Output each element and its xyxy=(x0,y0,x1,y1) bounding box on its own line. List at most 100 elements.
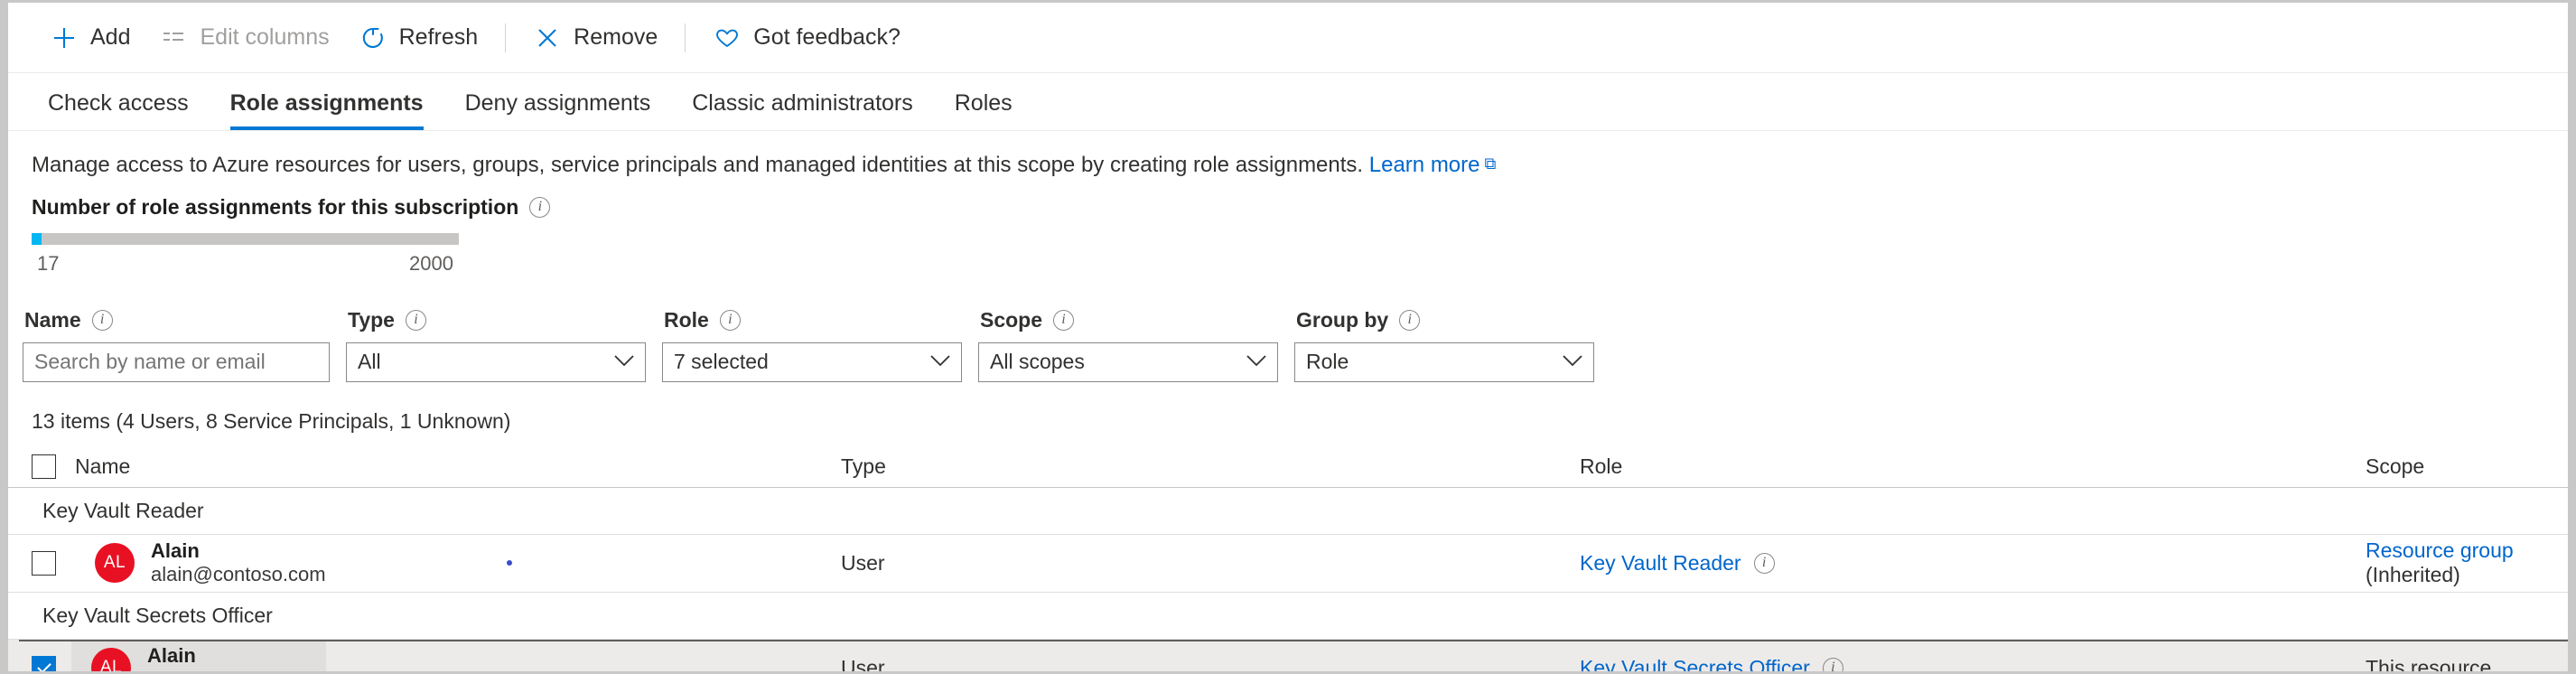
edit-columns-label: Edit columns xyxy=(200,24,330,50)
command-bar: Add Edit columns Refresh Remove Got feed… xyxy=(8,3,2568,73)
table-row[interactable]: AL Alain alain@contoso.com User Key Vaul… xyxy=(8,535,2568,593)
type-dropdown-value: All xyxy=(358,350,381,374)
info-icon[interactable]: i xyxy=(719,309,741,331)
meter-track xyxy=(32,232,459,245)
heart-icon xyxy=(713,23,742,52)
refresh-label: Refresh xyxy=(398,24,479,50)
filter-role-label-row: Role i xyxy=(662,308,962,332)
info-icon[interactable]: i xyxy=(1753,552,1775,574)
filter-group-by-label: Group by xyxy=(1296,307,1389,332)
row-type: User xyxy=(841,550,885,575)
tab-bar: Check access Role assignments Deny assig… xyxy=(8,73,2568,131)
info-icon[interactable]: i xyxy=(1399,309,1421,331)
principal-identity: Alain alain@contoso.com xyxy=(151,539,326,586)
tab-label: Classic administrators xyxy=(692,90,913,116)
add-button[interactable]: Add xyxy=(35,13,145,63)
scope-link[interactable]: Resource group xyxy=(2366,538,2514,562)
scope-dropdown[interactable]: All scopes xyxy=(978,342,1278,382)
principal-email: alain@contoso.com xyxy=(151,563,326,586)
column-header-type[interactable]: Type xyxy=(841,454,1580,479)
tab-label: Role assignments xyxy=(229,90,424,116)
avatar: AL xyxy=(91,648,131,671)
toolbar-divider xyxy=(505,23,507,52)
tab-check-access[interactable]: Check access xyxy=(33,90,203,130)
select-all-checkbox[interactable] xyxy=(32,454,56,479)
row-checkbox[interactable] xyxy=(32,655,56,671)
group-title: Key Vault Reader xyxy=(42,498,204,522)
tab-label: Roles xyxy=(954,90,1013,116)
chevron-down-icon xyxy=(1246,353,1266,370)
row-checkbox[interactable] xyxy=(32,550,56,576)
column-header-scope[interactable]: Scope xyxy=(2366,454,2568,479)
group-header-row[interactable]: Key Vault Secrets Officer xyxy=(8,593,2568,640)
got-feedback-label: Got feedback? xyxy=(753,24,901,50)
meter-current-value: 17 xyxy=(37,251,60,275)
role-dropdown-value: 7 selected xyxy=(674,350,769,374)
group-header-row[interactable]: Key Vault Reader xyxy=(8,488,2568,535)
role-assignment-meter: Number of role assignments for this subs… xyxy=(8,179,2568,276)
principal-identity: Alain alain@contoso.com xyxy=(147,644,322,671)
meter-labels: 17 2000 xyxy=(32,252,459,276)
role-link[interactable]: Key Vault Reader xyxy=(1580,551,1741,576)
role-assignments-page: Add Edit columns Refresh Remove Got feed… xyxy=(8,3,2568,671)
filter-scope: Scope i All scopes xyxy=(978,308,1278,382)
filter-role-label: Role xyxy=(664,307,709,332)
group-by-dropdown[interactable]: Role xyxy=(1294,342,1594,382)
role-dropdown[interactable]: 7 selected xyxy=(662,342,962,382)
tab-roles[interactable]: Roles xyxy=(940,90,1027,130)
role-assignments-table: Name Type Role Scope Key Vault Reader AL… xyxy=(8,446,2568,674)
type-dropdown[interactable]: All xyxy=(346,342,646,382)
learn-more-label: Learn more xyxy=(1368,153,1480,177)
filter-name-label: Name xyxy=(24,307,81,332)
row-scope-cell: Resource group (Inherited) xyxy=(2366,538,2568,587)
meter-title: Number of role assignments for this subs… xyxy=(32,194,519,219)
close-x-icon xyxy=(533,23,562,52)
filter-role: Role i 7 selected xyxy=(662,308,962,382)
presence-dot-icon xyxy=(506,560,512,566)
info-icon[interactable]: i xyxy=(405,309,426,331)
principal-selection-highlight: AL Alain alain@contoso.com xyxy=(71,641,326,671)
columns-icon xyxy=(159,23,188,52)
filter-name: Name i xyxy=(23,308,330,382)
filter-type: Type i All xyxy=(346,308,646,382)
row-select-cell xyxy=(32,655,75,671)
role-link[interactable]: Key Vault Secrets Officer xyxy=(1580,656,1810,671)
filter-scope-label-row: Scope i xyxy=(978,308,1278,332)
search-input[interactable] xyxy=(23,342,330,382)
row-principal-cell: AL Alain alain@contoso.com xyxy=(75,539,841,586)
description-text: Manage access to Azure resources for use… xyxy=(32,153,1364,177)
row-select-cell xyxy=(32,550,75,576)
scope-value: This resource xyxy=(2366,655,2492,674)
row-scope-cell: This resource xyxy=(2366,655,2568,674)
add-button-label: Add xyxy=(90,24,131,50)
tab-classic-administrators[interactable]: Classic administrators xyxy=(677,90,928,130)
toolbar-divider-2 xyxy=(685,23,686,52)
info-icon[interactable]: i xyxy=(529,196,551,218)
filter-type-label-row: Type i xyxy=(346,308,646,332)
filter-group-by-label-row: Group by i xyxy=(1294,308,1594,332)
scope-suffix: (Inherited) xyxy=(2366,563,2460,587)
principal-name: Alain xyxy=(151,539,200,563)
column-header-role[interactable]: Role xyxy=(1580,454,2366,479)
principal-email: alain@contoso.com xyxy=(147,668,322,671)
meter-title-row: Number of role assignments for this subs… xyxy=(32,195,2568,220)
column-header-name[interactable]: Name xyxy=(75,454,841,479)
table-row[interactable]: AL Alain alain@contoso.com User Key Vaul… xyxy=(8,639,2568,674)
info-icon[interactable]: i xyxy=(1053,309,1075,331)
page-description: Manage access to Azure resources for use… xyxy=(8,131,2568,179)
meter-max-value: 2000 xyxy=(409,251,453,275)
row-role-cell: Key Vault Secrets Officer i xyxy=(1580,656,2366,671)
refresh-button[interactable]: Refresh xyxy=(344,13,493,63)
chevron-down-icon xyxy=(930,353,950,370)
tab-role-assignments[interactable]: Role assignments xyxy=(216,90,438,130)
info-icon[interactable]: i xyxy=(91,309,113,331)
info-icon[interactable]: i xyxy=(1822,657,1843,671)
results-summary: 13 items (4 Users, 8 Service Principals,… xyxy=(32,408,511,433)
tab-deny-assignments[interactable]: Deny assignments xyxy=(451,90,666,130)
learn-more-link[interactable]: Learn more xyxy=(1369,153,1480,177)
edit-columns-button[interactable]: Edit columns xyxy=(145,13,343,63)
remove-button[interactable]: Remove xyxy=(518,13,672,63)
got-feedback-button[interactable]: Got feedback? xyxy=(698,13,915,63)
filter-name-label-row: Name i xyxy=(23,308,330,332)
table-header-row: Name Type Role Scope xyxy=(8,446,2568,488)
